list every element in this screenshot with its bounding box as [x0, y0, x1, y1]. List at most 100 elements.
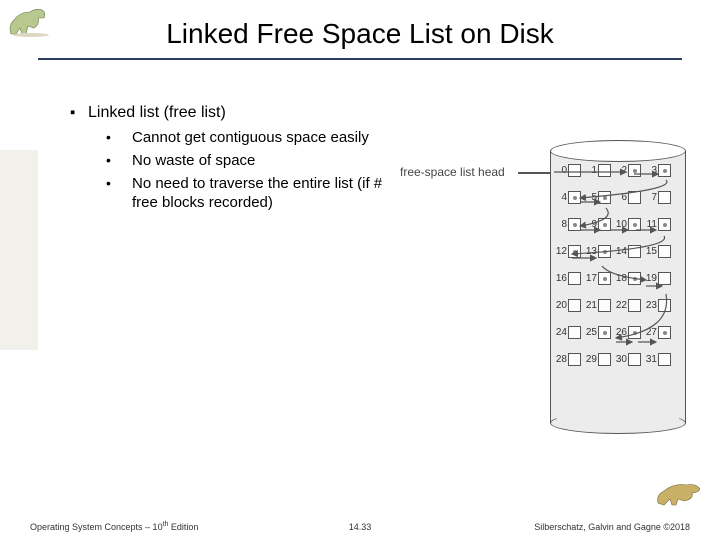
pointer-line [518, 172, 554, 174]
block-cell: 27 [644, 326, 671, 339]
block-box [658, 326, 671, 339]
block-number: 14 [614, 246, 627, 257]
block-number: 0 [554, 165, 567, 176]
block-row: 0 1 2 3 [554, 164, 674, 177]
block-box [598, 353, 611, 366]
block-cell: 28 [554, 353, 581, 366]
block-cell: 1 [584, 164, 611, 177]
dot-bullet: • [106, 151, 132, 170]
block-number: 13 [584, 246, 597, 257]
footer-page: 14.33 [349, 522, 372, 532]
block-box [568, 326, 581, 339]
block-cell: 19 [644, 272, 671, 285]
footer-left: Operating System Concepts – 10th Edition [30, 521, 198, 532]
block-row: 2829 3031 [554, 353, 674, 366]
block-cell: 4 [554, 191, 581, 204]
block-box [598, 299, 611, 312]
block-cell: 29 [584, 353, 611, 366]
block-cell: 12 [554, 245, 581, 258]
block-number: 8 [554, 219, 567, 230]
block-number: 11 [644, 219, 657, 230]
block-box [658, 299, 671, 312]
block-box [628, 245, 641, 258]
block-grid: 0123456789101112131415161718192021222324… [554, 164, 674, 380]
block-cell: 7 [644, 191, 671, 204]
block-box [628, 353, 641, 366]
block-box [598, 191, 611, 204]
block-cell: 8 [554, 218, 581, 231]
list-item: • No need to traverse the entire list (i… [106, 174, 400, 212]
block-number: 19 [644, 273, 657, 284]
block-cell: 21 [584, 299, 611, 312]
dot-bullet: • [106, 128, 132, 147]
block-box [598, 164, 611, 177]
block-box [628, 191, 641, 204]
block-number: 18 [614, 273, 627, 284]
block-number: 12 [554, 246, 567, 257]
block-box [598, 218, 611, 231]
block-cell: 6 [614, 191, 641, 204]
block-number: 6 [614, 192, 627, 203]
block-box [598, 326, 611, 339]
block-cell: 17 [584, 272, 611, 285]
block-row: 20 21 2223 [554, 299, 674, 312]
block-box [658, 164, 671, 177]
block-box [658, 218, 671, 231]
block-cell: 23 [644, 299, 671, 312]
block-cell: 31 [644, 353, 671, 366]
block-number: 23 [644, 300, 657, 311]
left-ledge [0, 150, 38, 350]
block-box [568, 164, 581, 177]
block-row: 4 5 6 7 [554, 191, 674, 204]
block-number: 10 [614, 219, 627, 230]
block-number: 2 [614, 165, 627, 176]
block-cell: 30 [614, 353, 641, 366]
disk-diagram: free-space list head 0123456789101112131… [400, 140, 690, 440]
block-number: 4 [554, 192, 567, 203]
block-number: 16 [554, 273, 567, 284]
block-number: 3 [644, 165, 657, 176]
block-number: 7 [644, 192, 657, 203]
block-number: 5 [584, 192, 597, 203]
list-item-text: No waste of space [132, 151, 400, 170]
block-cell: 5 [584, 191, 611, 204]
block-cell: 9 [584, 218, 611, 231]
cylinder-top [550, 140, 686, 162]
block-number: 26 [614, 327, 627, 338]
block-cell: 25 [584, 326, 611, 339]
block-number: 25 [584, 327, 597, 338]
block-box [568, 299, 581, 312]
dot-bullet: • [106, 174, 132, 212]
block-number: 31 [644, 354, 657, 365]
block-cell: 22 [614, 299, 641, 312]
block-number: 20 [554, 300, 567, 311]
block-cell: 2 [614, 164, 641, 177]
list-item: • Cannot get contiguous space easily [106, 128, 400, 147]
cylinder-bottom [550, 412, 686, 434]
block-box [658, 191, 671, 204]
block-box [628, 299, 641, 312]
dino-icon-bottom [654, 477, 710, 512]
list-item-text: Cannot get contiguous space easily [132, 128, 400, 147]
block-number: 9 [584, 219, 597, 230]
block-box [598, 272, 611, 285]
block-box [628, 164, 641, 177]
bullet-content: ▪ Linked list (free list) • Cannot get c… [70, 104, 400, 216]
block-cell: 0 [554, 164, 581, 177]
block-row: 12131415 [554, 245, 674, 258]
block-number: 27 [644, 327, 657, 338]
block-number: 21 [584, 300, 597, 311]
block-box [628, 326, 641, 339]
list-item: • No waste of space [106, 151, 400, 170]
block-number: 1 [584, 165, 597, 176]
block-box [658, 272, 671, 285]
block-row: 8 9 10 11 [554, 218, 674, 231]
block-cell: 16 [554, 272, 581, 285]
free-space-label: free-space list head [400, 165, 505, 179]
block-box [628, 218, 641, 231]
block-box [658, 353, 671, 366]
block-cell: 13 [584, 245, 611, 258]
list-heading-row: ▪ Linked list (free list) [70, 104, 400, 122]
block-cell: 18 [614, 272, 641, 285]
block-number: 29 [584, 354, 597, 365]
